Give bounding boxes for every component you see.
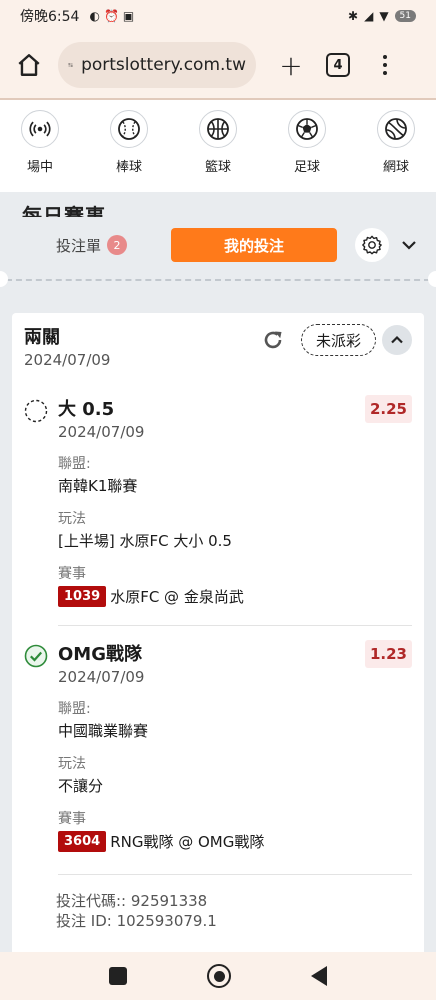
selection-name: OMG戰隊 [58,644,142,665]
live-broadcast-icon [21,110,59,148]
sport-item-soccer[interactable]: 足球 [281,110,333,192]
chevron-down-icon [402,241,416,250]
home-nav-button[interactable] [207,964,231,988]
sport-item-basketball[interactable]: 籃球 [192,110,244,192]
pending-status-icon [24,399,48,423]
betslip-label: 投注單 [56,236,102,255]
event-label: 賽事 [58,811,86,827]
status-badge: 未派彩 [300,324,376,356]
betslip-count-badge: 2 [107,235,128,255]
new-tab-button[interactable]: + [278,49,304,82]
ticket-codes: 投注代碼:: 92591338 投注 ID: 102593079.1 [56,891,412,931]
home-icon [18,54,40,76]
league-label: 聯盟: [58,456,91,472]
sport-item-baseball[interactable]: 棒球 [103,110,155,192]
event-name: RNG戰隊 @ OMG戰隊 [110,833,265,851]
selection-date: 2024/07/09 [58,423,145,441]
status-icons: ◐ ⏰ ▣ [89,9,134,23]
wifi-icon: ▼ [379,9,389,23]
signal-icon: ◢ [364,9,374,23]
alarm-icon: ⏰ [103,9,119,23]
soccer-ball-icon [288,110,326,148]
bet-leg: 大 0.5 2024/07/09 2.25 聯盟: 南韓K1聯賽 玩法 [上半場… [24,395,412,607]
bet-ticket-card: 兩關 2024/07/09 未派彩 大 0.5 2024/07/09 2.25 … [12,313,424,952]
market-value: [上半場] 水原FC 大小 0.5 [58,532,232,550]
check-circle-icon [24,644,48,668]
tab-betslip[interactable]: 投注單 2 [56,235,128,256]
sports-nav: 場中 棒球 籃球 足球 網球 [0,100,436,192]
sport-label: 籃球 [204,160,231,175]
basketball-icon [199,110,237,148]
collapse-betslip-button[interactable] [399,235,419,255]
event-name: 水原FC @ 金泉尚武 [110,588,244,606]
selection-date: 2024/07/09 [58,668,145,686]
settings-button[interactable] [355,228,390,262]
leg-divider [58,625,412,626]
sport-label: 場中 [26,160,53,175]
sport-label: 網球 [382,160,409,175]
address-bar[interactable]: portslottery.com.tw [58,42,256,88]
bet-leg: OMG戰隊 2024/07/09 1.23 聯盟: 中國職業聯賽 玩法 不讓分 … [24,640,412,852]
time-text: 傍晚6:54 [20,9,80,25]
odds-badge: 1.23 [364,640,412,668]
site-settings-icon[interactable] [68,55,73,75]
league-value: 南韓K1聯賽 [58,477,138,495]
plus-icon: + [279,48,303,82]
sport-item-tennis[interactable]: 網球 [370,110,422,192]
chevron-up-icon [391,335,403,344]
betslip-header: 投注單 2 我的投注 [0,217,436,273]
moon-icon: ◐ [89,9,100,23]
recent-apps-button[interactable] [109,967,127,985]
system-nav-bar [0,952,436,1000]
odds-badge: 2.25 [364,395,412,423]
betslip-panel: 投注單 2 我的投注 兩關 2024/07/09 未派彩 大 0.5 2024/… [0,217,436,952]
event-label: 賽事 [58,566,86,582]
ticket-header: 兩關 2024/07/09 未派彩 [24,323,412,375]
market-value: 不讓分 [58,777,104,795]
ticket-notch-left [0,271,8,287]
league-label: 聯盟: [58,701,91,717]
gear-icon [362,235,382,255]
event-id-badge: 3604 [58,831,107,852]
status-bar: 傍晚6:54 ◐ ⏰ ▣ ✱ ◢ ▼ 51 [0,0,436,32]
home-button[interactable] [14,50,44,80]
refresh-button[interactable] [260,327,286,353]
bet-code: 投注代碼:: 92591338 [56,892,208,910]
sport-label: 足球 [293,160,320,175]
league-value: 中國職業聯賽 [58,722,149,740]
tennis-ball-icon [377,110,415,148]
perforation-line [6,279,430,281]
system-icons: ✱ ◢ ▼ 51 [348,9,416,23]
back-button[interactable] [311,966,327,986]
market-label: 玩法 [58,511,86,527]
bluetooth-icon: ✱ [348,9,359,23]
clock: 傍晚6:54 ◐ ⏰ ▣ [20,6,134,26]
market-label: 玩法 [58,756,86,772]
baseball-icon [110,110,148,148]
event-row: 1039 水原FC @ 金泉尚武 [58,586,412,607]
ticket-notch-right [428,271,436,287]
event-id-badge: 1039 [58,586,107,607]
tab-my-bets[interactable]: 我的投注 [171,228,338,262]
battery-icon: 51 [394,10,416,22]
event-row: 3604 RNG戰隊 @ OMG戰隊 [58,831,412,852]
bet-id: 投注 ID: 102593079.1 [56,912,217,930]
app-notification-icon: ▣ [122,9,135,23]
tab-switcher-button[interactable]: 4 [326,53,350,77]
browser-menu-button[interactable] [380,55,390,75]
selection-name: 大 0.5 [58,399,115,420]
collapse-ticket-button[interactable] [382,325,412,355]
url-text[interactable]: portslottery.com.tw [81,55,246,75]
sport-item-live[interactable]: 場中 [14,110,66,192]
refresh-icon [264,331,282,349]
sport-label: 棒球 [115,160,142,175]
browser-toolbar: portslottery.com.tw + 4 [0,32,436,98]
footer-divider [58,874,412,875]
